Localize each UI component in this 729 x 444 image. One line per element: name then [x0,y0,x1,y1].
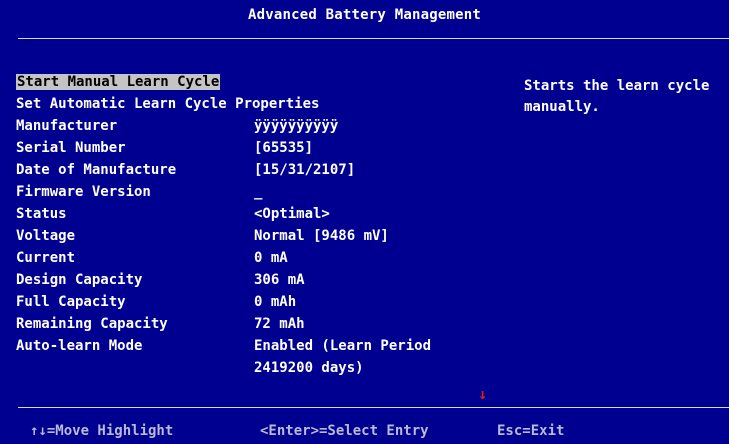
auto-learn-mode-label: Auto-learn Mode [16,338,143,354]
status-label: Status [16,206,67,222]
full-capacity-label: Full Capacity [16,294,126,310]
date-of-manufacture-value: [15/31/2107] [254,162,356,178]
menu-item-start-manual-learn-cycle[interactable]: Start Manual Learn Cycle [16,72,221,93]
current-label: Current [16,250,76,266]
firmware-version-value: _ [254,184,263,200]
header-divider [18,38,729,39]
page-title: Advanced Battery Management [248,7,481,23]
voltage-label: Voltage [16,228,76,244]
status-value: <Optimal> [254,206,330,222]
menu-item-set-automatic-learn-cycle-properties[interactable]: Set Automatic Learn Cycle Properties [16,94,319,115]
footer-exit: Esc=Exit [497,423,565,439]
firmware-version-label: Firmware Version [16,184,151,200]
scroll-down-arrow-icon: ↓ [478,385,488,403]
design-capacity-label: Design Capacity [16,272,143,288]
auto-learn-mode-value-continued: 2419200 days) [254,360,364,376]
current-value: 0 mA [254,250,288,266]
remaining-capacity-label: Remaining Capacity [16,316,168,332]
auto-learn-mode-value: Enabled (Learn Period [254,338,432,354]
menu-item-label: Start Manual Learn Cycle [16,74,221,90]
full-capacity-value: 0 mAh [254,294,297,310]
remaining-capacity-value: 72 mAh [254,316,305,332]
help-text: Starts the learn cycle manually. [524,78,710,115]
design-capacity-value: 306 mA [254,272,305,288]
manufacturer-value: ÿÿÿÿÿÿÿÿÿÿ [254,118,339,134]
date-of-manufacture-label: Date of Manufacture [16,162,177,178]
footer-divider [18,407,729,408]
serial-number-value: [65535] [254,140,314,156]
voltage-value: Normal [9486 mV] [254,228,389,244]
serial-number-label: Serial Number [16,140,126,156]
footer-move-highlight: ↑↓=Move Highlight [30,423,174,439]
manufacturer-label: Manufacturer [16,118,118,134]
footer-select-entry: <Enter>=Select Entry [260,423,429,439]
